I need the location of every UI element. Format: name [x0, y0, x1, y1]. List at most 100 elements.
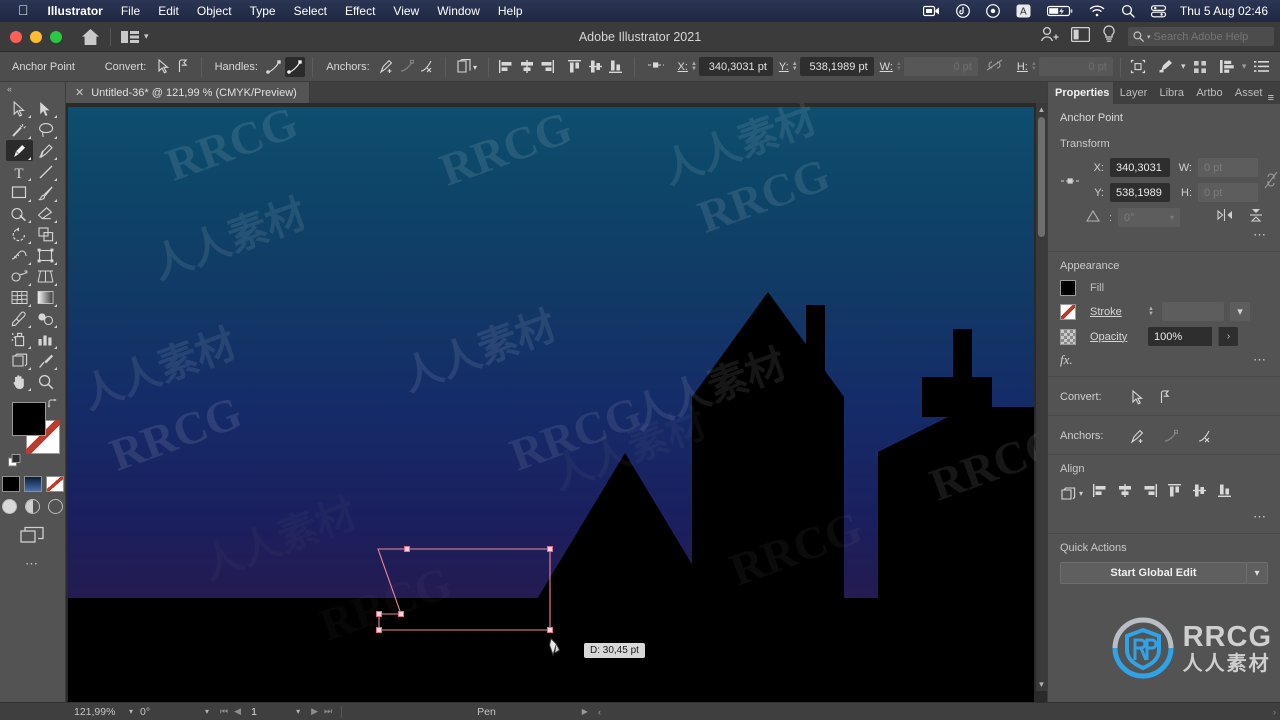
- rotation-field[interactable]: 0°: [140, 706, 198, 718]
- current-tool-label[interactable]: Pen: [477, 706, 496, 718]
- appearance-more-options-icon[interactable]: ⋯: [1253, 352, 1268, 368]
- artboard[interactable]: RRCG 人人素材 RRCG 人人素材 RRCG 人人素材 RRCG 人人素材 …: [68, 103, 1047, 702]
- reference-point-icon[interactable]: [642, 60, 672, 73]
- control-center-icon[interactable]: [1143, 4, 1174, 18]
- panel-menu-icon[interactable]: ≡: [1268, 92, 1280, 104]
- artboard-number-field[interactable]: 1: [245, 706, 289, 718]
- last-artboard-icon[interactable]: ⏭: [324, 706, 332, 717]
- default-fill-stroke-icon[interactable]: [8, 454, 21, 472]
- lightbulb-icon[interactable]: [1102, 25, 1116, 48]
- x-field[interactable]: 340,3031 pt: [698, 57, 773, 76]
- canvas-area[interactable]: RRCG 人人素材 RRCG 人人素材 RRCG 人人素材 RRCG 人人素材 …: [66, 103, 1047, 702]
- menu-effect[interactable]: Effect: [336, 0, 384, 22]
- maximize-window-button[interactable]: [50, 30, 62, 43]
- remove-anchor-icon[interactable]: [1160, 426, 1182, 446]
- symbol-sprayer-tool[interactable]: [6, 329, 33, 350]
- mesh-tool[interactable]: [6, 287, 33, 308]
- opacity-options-icon[interactable]: ›: [1218, 327, 1238, 346]
- shaper-tool[interactable]: [6, 203, 33, 224]
- opacity-field[interactable]: 100%: [1148, 327, 1212, 346]
- draw-normal-mode[interactable]: [2, 499, 17, 514]
- arrange-icon[interactable]: [1216, 57, 1237, 77]
- handle-retract-icon[interactable]: [284, 56, 306, 77]
- align-right-icon[interactable]: [537, 57, 558, 77]
- menu-file[interactable]: File: [112, 0, 149, 22]
- close-icon[interactable]: ✕: [75, 86, 84, 99]
- previous-artboard-icon[interactable]: ◀: [234, 706, 241, 717]
- play-icon[interactable]: ▶: [582, 707, 588, 716]
- constrain-proportions-off-icon[interactable]: [1264, 170, 1278, 195]
- stroke-chevron-icon[interactable]: ▾: [1229, 302, 1250, 321]
- stroke-color-swatch[interactable]: [1060, 303, 1076, 320]
- search-chevron-icon[interactable]: ▾: [1147, 33, 1151, 41]
- remove-anchor-icon[interactable]: [396, 57, 417, 77]
- zoom-chevron-icon[interactable]: ▾: [122, 707, 140, 716]
- draw-inside-mode[interactable]: [48, 499, 63, 514]
- canvas-vertical-scrollbar[interactable]: ▲ ▼: [1036, 103, 1047, 691]
- artboard-nav-next[interactable]: ▶ ⏭: [307, 706, 336, 717]
- stroke-weight-stepper[interactable]: ▲ ▼: [1148, 306, 1154, 317]
- add-anchor-icon[interactable]: [1126, 426, 1148, 446]
- scroll-down-icon[interactable]: ▼: [1037, 680, 1046, 689]
- bar-chart-icon[interactable]: [33, 329, 60, 350]
- draw-behind-mode[interactable]: [25, 499, 40, 514]
- align-to-artboard-icon[interactable]: ▾: [1060, 486, 1083, 501]
- align-more-options-icon[interactable]: ⋯: [1060, 509, 1268, 525]
- link-broken-icon[interactable]: [978, 59, 1011, 74]
- menu-object[interactable]: Object: [188, 0, 241, 22]
- y-field[interactable]: 538,1989 pt: [799, 57, 874, 76]
- transform-y-field[interactable]: 538,1989: [1110, 183, 1170, 202]
- screen-record-icon[interactable]: [915, 5, 948, 17]
- fill-swatch[interactable]: [12, 402, 46, 436]
- align-bottom-icon[interactable]: [1217, 483, 1233, 503]
- tab-artboards[interactable]: Artbo: [1189, 82, 1228, 104]
- bitwarden-icon[interactable]: [948, 4, 978, 18]
- y-stepper[interactable]: ▲ ▼: [792, 61, 798, 72]
- cut-path-icon[interactable]: [1194, 426, 1216, 446]
- convert-to-smooth-icon[interactable]: [1154, 387, 1176, 407]
- tab-libraries[interactable]: Libra: [1153, 82, 1190, 104]
- slice-knife-icon[interactable]: [33, 350, 60, 371]
- zoom-level-field[interactable]: 121,99%: [66, 706, 122, 718]
- lasso-tool[interactable]: [33, 119, 60, 140]
- pen-tool[interactable]: [6, 140, 33, 161]
- shape-tool-icon[interactable]: [1156, 57, 1177, 77]
- start-global-edit-button[interactable]: Start Global Edit: [1060, 562, 1247, 584]
- screen-mode-icon[interactable]: [1070, 26, 1091, 47]
- free-transform-tool[interactable]: [33, 245, 60, 266]
- line-segment-tool[interactable]: [33, 161, 60, 182]
- align-bottom-icon[interactable]: [606, 57, 627, 77]
- chevron-down-icon[interactable]: ▾: [144, 31, 149, 42]
- none-swatch[interactable]: [45, 476, 64, 492]
- scrollbar-thumb[interactable]: [1038, 117, 1045, 237]
- rectangle-tool[interactable]: [6, 182, 33, 203]
- flip-vertical-icon[interactable]: [1248, 208, 1264, 227]
- align-center-v-icon[interactable]: [585, 57, 606, 77]
- shape-builder-tool[interactable]: [6, 266, 33, 287]
- flip-horizontal-icon[interactable]: [1217, 208, 1233, 227]
- minimize-window-button[interactable]: [30, 30, 42, 43]
- curvature-tool[interactable]: [33, 140, 60, 161]
- arrange-chevron-icon[interactable]: ▾: [1237, 61, 1252, 72]
- menu-select[interactable]: Select: [285, 0, 336, 22]
- rotate-tool[interactable]: [6, 224, 33, 245]
- menu-type[interactable]: Type: [241, 0, 285, 22]
- search-adobe-help-box[interactable]: ▾: [1128, 27, 1274, 46]
- menu-edit[interactable]: Edit: [149, 0, 188, 22]
- artboard-tool[interactable]: [6, 350, 33, 371]
- play-circle-icon[interactable]: [978, 4, 1008, 18]
- add-anchor-icon[interactable]: [376, 57, 397, 77]
- tab-properties[interactable]: Properties: [1048, 82, 1113, 104]
- close-window-button[interactable]: [10, 30, 22, 43]
- artboard-nav-prev[interactable]: ⏮ ◀: [216, 706, 245, 717]
- align-center-h-icon[interactable]: [516, 57, 537, 77]
- status-collapse-icon[interactable]: ‹: [598, 707, 601, 717]
- search-input[interactable]: [1153, 30, 1262, 43]
- shaper-chevron-icon[interactable]: ▾: [1177, 61, 1190, 72]
- swap-fill-stroke-icon[interactable]: [47, 398, 59, 413]
- align-center-v-icon[interactable]: [1192, 483, 1208, 503]
- convert-to-smooth-icon[interactable]: [173, 57, 194, 77]
- menu-illustrator[interactable]: Illustrator: [39, 0, 112, 22]
- magnifier-icon[interactable]: [33, 371, 60, 392]
- edit-toolbar-icon[interactable]: ⋯: [0, 556, 65, 572]
